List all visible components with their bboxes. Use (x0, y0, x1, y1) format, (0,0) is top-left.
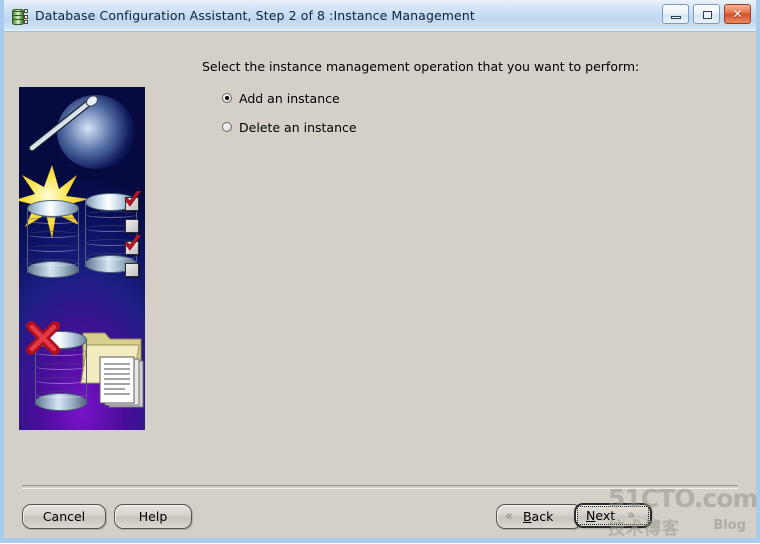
footer-bar: Cancel Help « Back Next » (4, 494, 756, 544)
chevron-right-icon: » (627, 508, 636, 523)
maximize-icon (703, 11, 712, 19)
instance-operation-radio-group: Add an instance Delete an instance (222, 89, 357, 147)
next-button[interactable]: Next » (574, 503, 652, 528)
window-controls: ✕ (662, 4, 751, 24)
cancel-button-label: Cancel (42, 509, 86, 524)
database-app-icon (11, 7, 29, 25)
minimize-icon (671, 16, 681, 19)
dialog-window: Database Configuration Assistant, Step 2… (0, 0, 760, 543)
maximize-button[interactable] (693, 4, 720, 24)
help-button[interactable]: Help (114, 504, 192, 529)
instruction-text: Select the instance management operation… (202, 59, 640, 74)
window-title: Database Configuration Assistant, Step 2… (35, 8, 475, 23)
red-x-delete-icon (26, 321, 60, 355)
folder-documents-icon (80, 332, 144, 408)
cancel-button[interactable]: Cancel (22, 504, 106, 529)
magic-wand-icon (28, 96, 98, 152)
title-bar: Database Configuration Assistant, Step 2… (4, 0, 756, 32)
radio-indicator-delete[interactable] (222, 122, 232, 132)
radio-indicator-add[interactable] (222, 93, 232, 103)
checkbox-2 (125, 219, 139, 233)
radio-option-add-instance[interactable]: Add an instance (222, 89, 357, 107)
close-button[interactable]: ✕ (724, 4, 751, 24)
radio-label-delete: Delete an instance (239, 119, 357, 135)
checklist-group (124, 191, 145, 285)
radio-label-add: Add an instance (239, 90, 340, 106)
database-cylinder-1 (27, 200, 79, 278)
help-button-label: Help (138, 509, 168, 524)
dialog-content: Select the instance management operation… (4, 32, 758, 539)
minimize-button[interactable] (662, 4, 689, 24)
close-icon: ✕ (732, 7, 743, 21)
back-button-label: Back (522, 509, 554, 524)
checkmark-icon-2 (124, 235, 142, 251)
radio-option-delete-instance[interactable]: Delete an instance (222, 118, 357, 136)
checkbox-4 (125, 263, 139, 277)
next-button-label: Next (586, 508, 616, 523)
back-button[interactable]: « Back (496, 504, 582, 529)
footer-separator (22, 485, 738, 489)
checkmark-icon-1 (124, 191, 142, 207)
chevron-left-icon: « (505, 509, 513, 524)
database-wizard-illustration (19, 87, 145, 430)
